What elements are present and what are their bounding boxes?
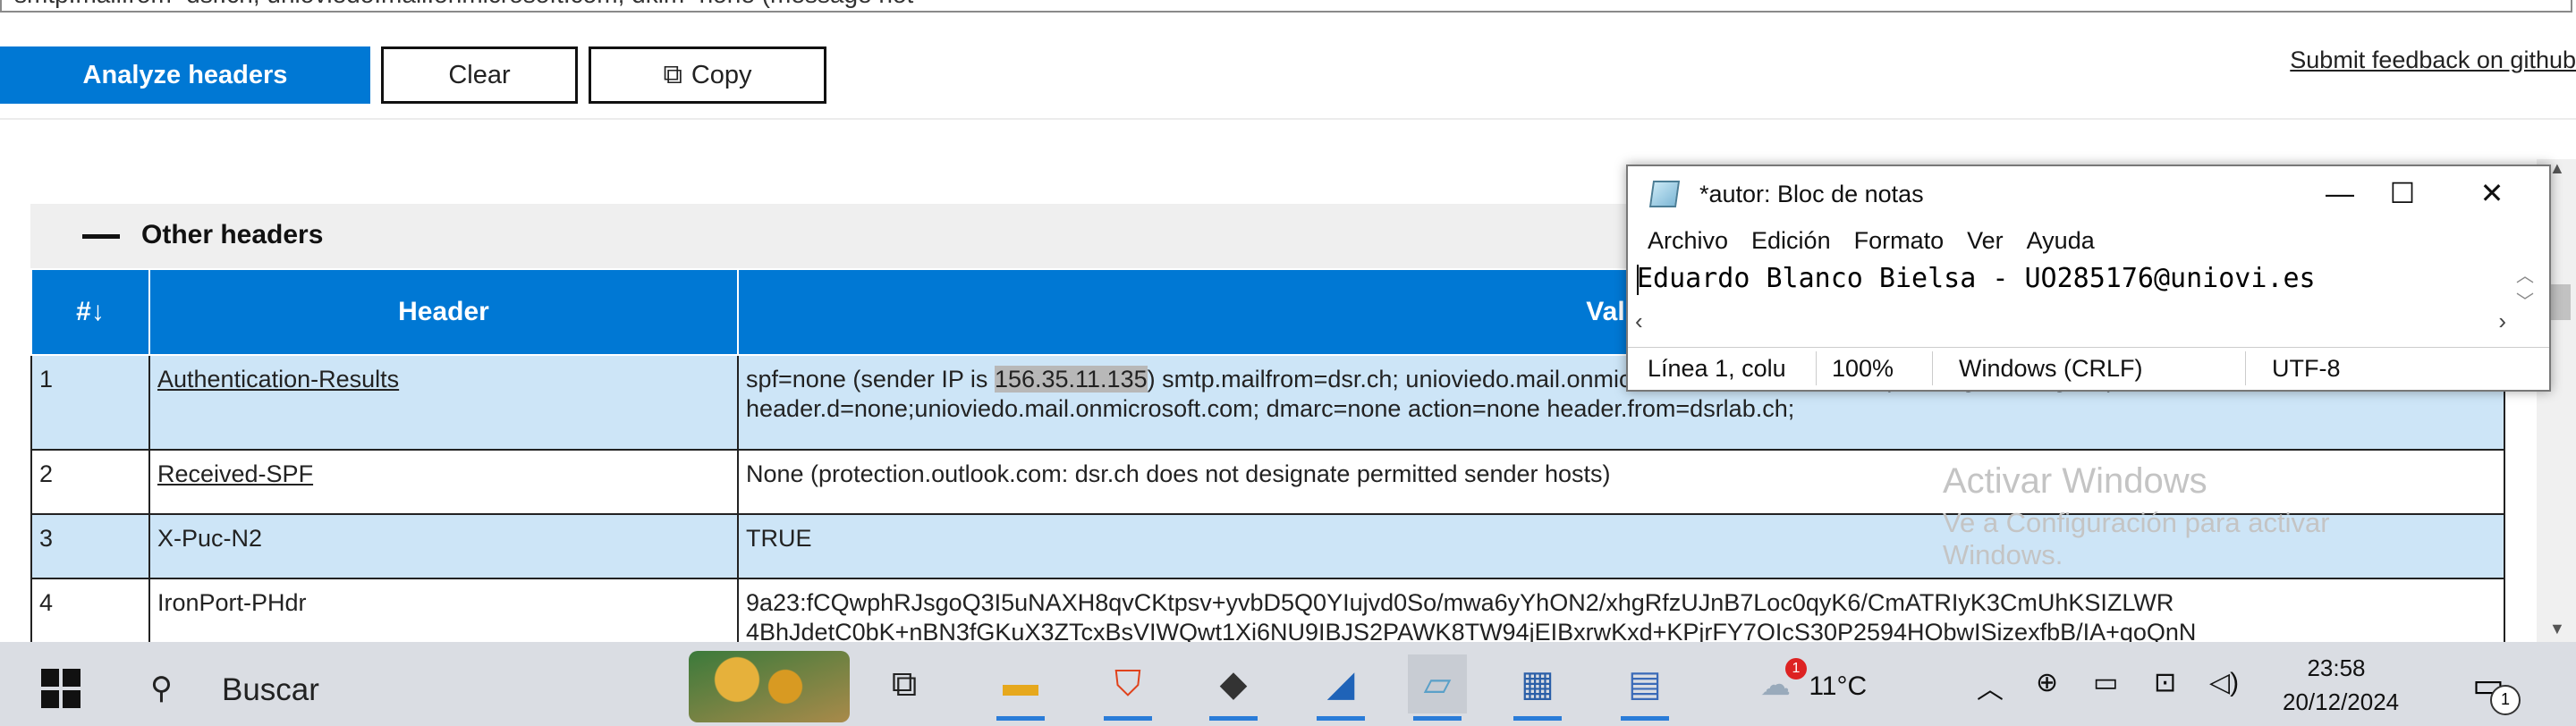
menu-ver[interactable]: Ver (1967, 227, 2004, 254)
row-number: 3 (30, 513, 150, 579)
wireshark-icon[interactable]: ◢ (1311, 654, 1370, 721)
copy-button[interactable]: ⧉ Copy (589, 46, 826, 104)
volume-icon[interactable]: ◁) (2209, 667, 2239, 698)
status-position: Línea 1, colu (1648, 355, 1786, 382)
weather-temp: 11°C (1809, 671, 1868, 701)
minimize-icon[interactable]: — (2313, 172, 2367, 215)
menu-archivo[interactable]: Archivo (1648, 227, 1728, 254)
headers-input[interactable]: smtp.mailfrom=dsr.ch; unioviedo.mail.onm… (0, 0, 2572, 13)
tray-app-icon[interactable]: ⊕ (2036, 667, 2058, 698)
taskbar: ⚲ Buscar ⧉ ▬ ⛉ ◆ ◢ ▱ ▦ ▤ ☁ 1 11°C ︿ ⊕ ▭ … (0, 642, 2576, 726)
scroll-down-icon[interactable]: ▼ (2549, 620, 2565, 638)
notepad-menubar: Archivo Edición Formato Ver Ayuda (1648, 227, 2118, 255)
clear-button[interactable]: Clear (381, 46, 578, 104)
notepad-icon (1648, 181, 1681, 207)
divider (0, 118, 2576, 120)
document-icon[interactable]: ▤ (1615, 654, 1674, 721)
brave-browser-icon[interactable]: ⛉ (1098, 654, 1157, 721)
column-header-header[interactable]: Header (148, 268, 739, 356)
row-number: 2 (30, 449, 150, 515)
status-encoding: UTF-8 (2272, 355, 2341, 382)
close-icon[interactable]: ✕ (2465, 172, 2519, 215)
header-name: X-Puc-N2 (148, 513, 739, 579)
clock-date: 20/12/2024 (2283, 688, 2400, 715)
tray-chevron-icon[interactable]: ︿ (1977, 667, 2004, 706)
notepad-window[interactable]: *autor: Bloc de notas — ☐ ✕ Archivo Edici… (1626, 165, 2551, 392)
row-number: 1 (30, 354, 150, 451)
notification-center-icon[interactable]: ▭ 1 (2472, 665, 2521, 715)
status-eol: Windows (CRLF) (1959, 355, 2143, 382)
column-header-number[interactable]: #↓ (30, 268, 150, 356)
app-icon[interactable]: ◆ (1204, 654, 1263, 721)
analyze-headers-button[interactable]: Analyze headers (0, 46, 370, 104)
copy-label: Copy (691, 60, 752, 89)
maximize-icon[interactable]: ☐ (2376, 172, 2429, 215)
notepad-taskbar-icon[interactable]: ▱ (1408, 654, 1467, 721)
text-caret (1637, 265, 1639, 295)
battery-icon[interactable]: ▭ (2093, 667, 2118, 698)
copy-icon: ⧉ (663, 60, 682, 89)
file-explorer-icon[interactable]: ▬ (991, 654, 1050, 721)
search-highlight-image (689, 651, 850, 722)
highlighted-ip: 156.35.11.135 (994, 366, 1148, 393)
search-icon: ⚲ (150, 671, 173, 705)
taskbar-clock[interactable]: 23:58 20/12/2024 (2283, 651, 2400, 719)
section-title: Other headers (141, 220, 324, 249)
collapse-icon (82, 234, 120, 239)
menu-formato[interactable]: Formato (1854, 227, 1945, 254)
scroll-left-icon[interactable]: ‹ (1635, 308, 1643, 335)
network-icon[interactable]: ⊡ (2154, 667, 2176, 698)
notification-count: 1 (2490, 685, 2521, 715)
notepad-statusbar: Línea 1, colu 100% Windows (CRLF) UTF-8 (1628, 347, 2549, 389)
submit-feedback-link[interactable]: Submit feedback on github (2290, 46, 2576, 74)
editor-text: Eduardo Blanco Bielsa - UO285176@uniovi.… (1637, 263, 2316, 294)
status-zoom: 100% (1832, 355, 1894, 382)
task-view-icon[interactable]: ⧉ (875, 654, 934, 713)
menu-edicion[interactable]: Edición (1751, 227, 1831, 254)
activate-windows-watermark: Activar Windows Ve a Configuración para … (1943, 461, 2330, 566)
start-button[interactable] (41, 669, 80, 708)
editor-horizontal-scrollbar[interactable]: ‹ › (1635, 308, 2506, 338)
notepad-title: *autor: Bloc de notas (1699, 181, 1924, 207)
search-placeholder: Buscar (222, 672, 319, 707)
clock-time: 23:58 (2307, 654, 2366, 681)
notepad-editor[interactable]: Eduardo Blanco Bielsa - UO285176@uniovi.… (1635, 261, 2542, 343)
header-name-link[interactable]: Authentication-Results (148, 354, 739, 451)
weather-badge: 1 (1785, 658, 1807, 680)
weather-widget[interactable]: ☁ 1 11°C (1760, 658, 1868, 703)
editor-vertical-scrollbar[interactable]: ︿ ﹀ (2512, 261, 2538, 312)
scroll-right-icon[interactable]: › (2498, 308, 2506, 335)
header-name-link[interactable]: Received-SPF (148, 449, 739, 515)
notepad-titlebar[interactable]: *autor: Bloc de notas — ☐ ✕ (1628, 166, 2549, 222)
menu-ayuda[interactable]: Ayuda (2027, 227, 2095, 254)
scroll-up-icon[interactable]: ▲ (2549, 159, 2565, 178)
remote-desktop-icon[interactable]: ▦ (1508, 654, 1567, 721)
